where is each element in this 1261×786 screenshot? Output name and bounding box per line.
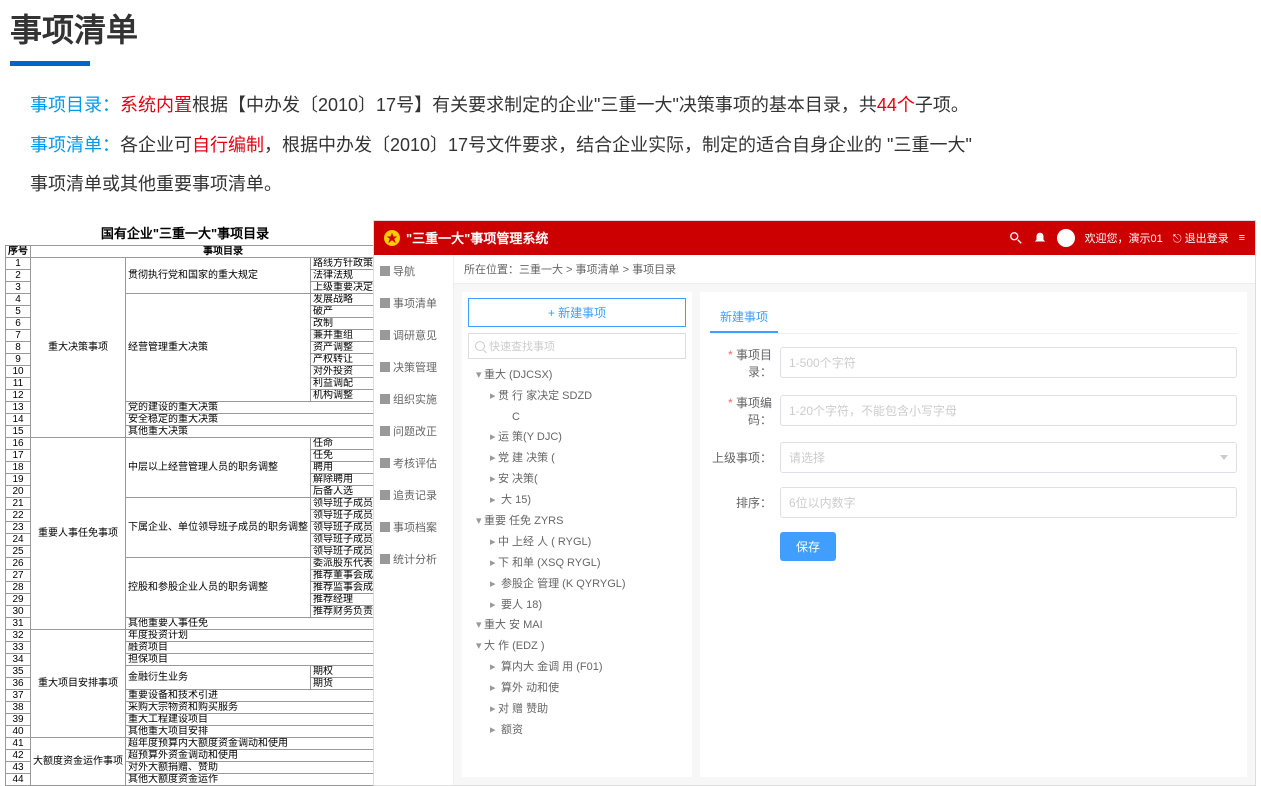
title-underline	[10, 61, 90, 66]
logout-link[interactable]: ⎋ 退出登录	[1173, 230, 1229, 246]
table-row: 16重要人事任免事项中层以上经营管理人员的职务调整任命	[6, 437, 416, 449]
new-item-button[interactable]: + 新建事项	[468, 298, 686, 327]
form-column: 新建事项 事项目录： 1-500个字符 事项编码： 1-20个字符，不能包含小写…	[700, 292, 1247, 777]
label-catalog: 事项目录：	[710, 346, 780, 380]
sidebar-item[interactable]: 组织实施	[374, 383, 453, 415]
sidebar-item[interactable]: 事项档案	[374, 511, 453, 543]
directory-table: 序号事项目录 1重大决策事项贯彻执行党和国家的重大规定路线方针政策2法律法规3上…	[5, 245, 416, 786]
menu-icon	[380, 490, 390, 500]
app-logo-icon	[384, 230, 400, 246]
sidebar-item[interactable]: 决策管理	[374, 351, 453, 383]
item-tree[interactable]: ▾重大 (DJCSX)▸贯 行 家决定 SDZDC▸运 策(Y DJC)▸党 建…	[468, 365, 686, 741]
notify-icon[interactable]	[1033, 231, 1047, 245]
menu-icon	[380, 522, 390, 532]
tree-item[interactable]: ▾重大 (DJCSX)	[468, 365, 686, 386]
tree-item[interactable]: ▸贯 行 家决定 SDZD	[468, 386, 686, 407]
app-header: "三重一大"事项管理系统 欢迎您，演示01 ⎋ 退出登录 ≡	[374, 221, 1255, 255]
tree-item[interactable]: ▸ 要人 18)	[468, 595, 686, 616]
menu-icon	[380, 458, 390, 468]
tab-new-item[interactable]: 新建事项	[710, 302, 778, 333]
tree-item[interactable]: ▸党 建 决策 (	[468, 448, 686, 469]
table-row: 32重大项目安排事项年度投资计划	[6, 629, 416, 641]
directory-table-panel: 国有企业"三重一大"事项目录 序号事项目录 1重大决策事项贯彻执行党和国家的重大…	[5, 220, 365, 786]
tree-item[interactable]: ▸ 算外 动和使	[468, 678, 686, 699]
desc-line-2: 事项清单：各企业可自行编制，根据中办发〔2010〕17号文件要求，结合企业实际，…	[10, 126, 1251, 166]
sidebar-item[interactable]: 调研意见	[374, 319, 453, 351]
menu-icon	[380, 330, 390, 340]
tree-item[interactable]: ▸安 决策(	[468, 469, 686, 490]
label-order: 排序：	[710, 494, 780, 511]
tree-item[interactable]: ▸ 大 15)	[468, 490, 686, 511]
directory-title: 国有企业"三重一大"事项目录	[5, 220, 365, 245]
menu-icon	[380, 426, 390, 436]
tree-item[interactable]: ▾重大 安 MAI	[468, 615, 686, 636]
label-code: 事项编码：	[710, 394, 780, 428]
desc-line-1: 事项目录：系统内置根据【中办发〔2010〕17号】有关要求制定的企业"三重一大"…	[10, 86, 1251, 126]
tree-item[interactable]: C	[468, 407, 686, 428]
tree-item[interactable]: ▸中 上经 人 ( RYGL)	[468, 532, 686, 553]
sidebar-item[interactable]: 考核评估	[374, 447, 453, 479]
tree-column: + 新建事项 快速查找事项 ▾重大 (DJCSX)▸贯 行 家决定 SDZDC▸…	[462, 292, 692, 777]
menu-icon	[380, 554, 390, 564]
tree-item[interactable]: ▸运 策(Y DJC)	[468, 427, 686, 448]
menu-icon	[380, 266, 390, 276]
tree-item[interactable]: ▸ 参股企 管理 (K QYRYGL)	[468, 574, 686, 595]
page-title: 事项清单	[10, 0, 1251, 56]
menu-icon	[380, 298, 390, 308]
app-screenshot: "三重一大"事项管理系统 欢迎您，演示01 ⎋ 退出登录 ≡ 导航事项清单调研意…	[373, 220, 1256, 786]
search-icon	[475, 341, 485, 351]
sidebar: 导航事项清单调研意见决策管理组织实施问题改正考核评估追责记录事项档案统计分析	[374, 255, 454, 785]
select-parent[interactable]: 请选择	[780, 442, 1237, 473]
tree-item[interactable]: ▸下 和单 (XSQ RYGL)	[468, 553, 686, 574]
table-row: 1重大决策事项贯彻执行党和国家的重大规定路线方针政策	[6, 257, 416, 269]
desc-line-3: 事项清单或其他重要事项清单。	[10, 165, 1251, 205]
save-button[interactable]: 保存	[780, 532, 836, 561]
label-parent: 上级事项：	[710, 449, 780, 466]
input-code[interactable]: 1-20个字符，不能包含小写字母	[780, 395, 1237, 426]
tree-item[interactable]: ▸对 赠 赞助	[468, 699, 686, 720]
sidebar-item[interactable]: 事项清单	[374, 287, 453, 319]
sidebar-item[interactable]: 统计分析	[374, 543, 453, 575]
app-title: "三重一大"事项管理系统	[406, 228, 1009, 247]
search-icon[interactable]	[1009, 231, 1023, 245]
sidebar-item[interactable]: 问题改正	[374, 415, 453, 447]
tree-item[interactable]: ▾大 作 (EDZ )	[468, 636, 686, 657]
sidebar-item[interactable]: 追责记录	[374, 479, 453, 511]
avatar-icon[interactable]	[1057, 229, 1075, 247]
input-catalog[interactable]: 1-500个字符	[780, 347, 1237, 378]
input-order[interactable]: 6位以内数字	[780, 487, 1237, 518]
tree-item[interactable]: ▾重要 任免 ZYRS	[468, 511, 686, 532]
tree-item[interactable]: ▸ 额资	[468, 720, 686, 741]
search-input[interactable]: 快速查找事项	[468, 333, 686, 359]
welcome-text: 欢迎您，演示01	[1085, 230, 1163, 246]
menu-icon	[380, 394, 390, 404]
breadcrumb: 所在位置：三重一大 > 事项清单 > 事项目录	[454, 255, 1255, 284]
sidebar-item[interactable]: 导航	[374, 255, 453, 287]
table-row: 41大额度资金运作事项超年度预算内大额度资金调动和使用	[6, 737, 416, 749]
chevron-down-icon	[1220, 455, 1228, 460]
menu-icon[interactable]: ≡	[1239, 232, 1245, 244]
menu-icon	[380, 362, 390, 372]
tree-item[interactable]: ▸ 算内大 金调 用 (F01)	[468, 657, 686, 678]
